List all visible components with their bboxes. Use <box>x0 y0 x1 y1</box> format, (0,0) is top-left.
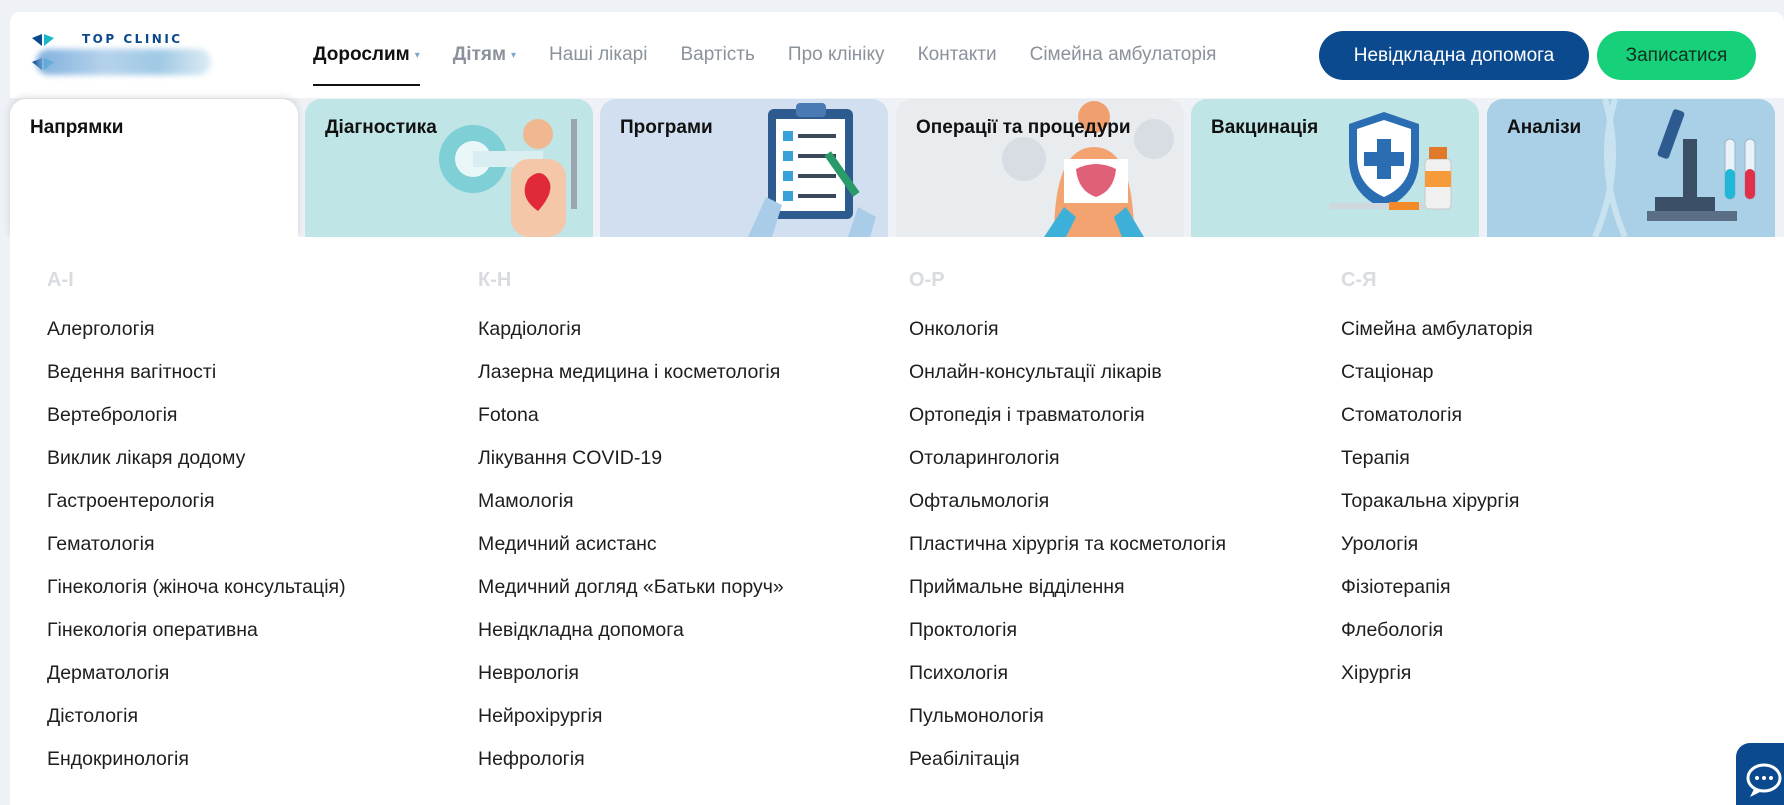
direction-link[interactable]: Ендокринологія <box>47 747 346 790</box>
chat-widget-button[interactable] <box>1736 743 1784 805</box>
direction-link[interactable]: Гінекологія оперативна <box>47 618 346 661</box>
direction-link[interactable]: Фізіотерапія <box>1341 575 1533 618</box>
nav-item-label: Дорослим <box>313 44 410 65</box>
directions-panel: А-І Алергологія Ведення вагітності Верте… <box>10 237 1784 805</box>
direction-link[interactable]: Пластична хірургія та косметологія <box>909 532 1226 575</box>
direction-link[interactable]: Вертебрологія <box>47 403 346 446</box>
direction-link[interactable]: Лікування COVID-19 <box>478 446 784 489</box>
direction-link[interactable]: Дієтологія <box>47 704 346 747</box>
directions-list: Кардіологія Лазерна медицина і косметоло… <box>478 317 784 790</box>
vaccine-shield-icon <box>1329 112 1452 210</box>
tab-diagnostics[interactable]: Діагностика <box>305 99 593 237</box>
logo-text: TOP CLINIC <box>82 32 183 46</box>
direction-link[interactable]: Стоматологія <box>1341 403 1533 446</box>
tab-directions[interactable]: Напрямки <box>10 99 298 237</box>
direction-link[interactable]: Урологія <box>1341 532 1533 575</box>
directions-list: Сімейна амбулаторія Стаціонар Стоматолог… <box>1341 317 1533 704</box>
direction-link[interactable]: Нефрологія <box>478 747 784 790</box>
column-a-i: А-І Алергологія Ведення вагітності Верте… <box>47 269 346 790</box>
direction-link[interactable]: Флебологія <box>1341 618 1533 661</box>
direction-link[interactable]: Гінекологія (жіноча консультація) <box>47 575 346 618</box>
nav-item-about[interactable]: Про клініку <box>788 12 885 98</box>
chat-bubbles-icon <box>1746 763 1782 797</box>
direction-link[interactable]: Кардіологія <box>478 317 784 360</box>
mri-scanner-icon <box>439 119 577 237</box>
logo[interactable]: TOP CLINIC <box>28 32 218 80</box>
direction-link[interactable]: Проктологія <box>909 618 1226 661</box>
column-k-n: К-Н Кардіологія Лазерна медицина і косме… <box>478 269 784 790</box>
direction-link[interactable]: Онкологія <box>909 317 1226 360</box>
tab-label: Діагностика <box>325 117 437 138</box>
logo-tagline-blurred <box>36 49 211 75</box>
direction-link[interactable]: Реабілітація <box>909 747 1226 790</box>
tab-label: Напрямки <box>30 117 124 138</box>
chevron-down-icon: ▾ <box>511 49 517 61</box>
nav-item-family-clinic[interactable]: Сімейна амбулаторія <box>1030 12 1217 98</box>
direction-link[interactable]: Хірургія <box>1341 661 1533 704</box>
direction-link[interactable]: Fotona <box>478 403 784 446</box>
nav-item-label: Дітям <box>452 44 507 65</box>
directions-list: Онкологія Онлайн-консультації лікарів Ор… <box>909 317 1226 790</box>
direction-link[interactable]: Психологія <box>909 661 1226 704</box>
microscope-icon <box>1592 99 1756 237</box>
nav-item-contacts[interactable]: Контакти <box>918 12 997 98</box>
tab-operations[interactable]: Операції та процедури <box>896 99 1184 237</box>
direction-link[interactable]: Сімейна амбулаторія <box>1341 317 1533 360</box>
direction-link[interactable]: Отоларингологія <box>909 446 1226 489</box>
direction-link[interactable]: Онлайн-консультації лікарів <box>909 360 1226 403</box>
tab-programs[interactable]: Програми <box>600 99 888 237</box>
chevron-down-icon: ▾ <box>414 49 420 61</box>
direction-link[interactable]: Алергологія <box>47 317 346 360</box>
column-header: К-Н <box>478 269 512 291</box>
direction-link[interactable]: Невідкладна допомога <box>478 618 784 661</box>
nav-item-doctors[interactable]: Наші лікарі <box>549 12 647 98</box>
direction-link[interactable]: Ведення вагітності <box>47 360 346 403</box>
column-header: О-Р <box>909 269 945 291</box>
direction-link[interactable]: Гематологія <box>47 532 346 575</box>
direction-link[interactable]: Нейрохірургія <box>478 704 784 747</box>
main-nav: Дорослим ▾ Дітям ▾ Наші лікарі Вартість … <box>313 12 1249 98</box>
nav-item-adults[interactable]: Дорослим ▾ <box>313 12 420 98</box>
urgent-care-button[interactable]: Невідкладна допомога <box>1319 31 1589 80</box>
direction-link[interactable]: Терапія <box>1341 446 1533 489</box>
tab-label: Аналізи <box>1507 117 1582 138</box>
direction-link[interactable]: Гастроентерологія <box>47 489 346 532</box>
tab-label: Програми <box>620 117 713 138</box>
tab-label: Операції та процедури <box>916 117 1131 138</box>
direction-link[interactable]: Пульмонологія <box>909 704 1226 747</box>
column-s-ya: С-Я Сімейна амбулаторія Стаціонар Стомат… <box>1341 269 1533 704</box>
direction-link[interactable]: Медичний асистанс <box>478 532 784 575</box>
column-header: С-Я <box>1341 269 1377 291</box>
direction-link[interactable]: Виклик лікаря додому <box>47 446 346 489</box>
clipboard-checklist-icon <box>748 103 876 237</box>
direction-link[interactable]: Мамологія <box>478 489 784 532</box>
nav-item-children[interactable]: Дітям ▾ <box>453 12 516 98</box>
book-appointment-button[interactable]: Записатися <box>1597 31 1756 80</box>
direction-link[interactable]: Стаціонар <box>1341 360 1533 403</box>
category-tabs: Напрямки Діагностика Програми Операції т… <box>10 99 1784 237</box>
direction-link[interactable]: Приймальне відділення <box>909 575 1226 618</box>
direction-link[interactable]: Офтальмологія <box>909 489 1226 532</box>
direction-link[interactable]: Лазерна медицина і косметологія <box>478 360 784 403</box>
direction-link[interactable]: Медичний догляд «Батьки поруч» <box>478 575 784 618</box>
direction-link[interactable]: Ортопедія і травматологія <box>909 403 1226 446</box>
tab-tests[interactable]: Аналізи <box>1487 99 1775 237</box>
direction-link[interactable]: Дерматологія <box>47 661 346 704</box>
directions-list: Алергологія Ведення вагітності Вертеброл… <box>47 317 346 790</box>
tab-vaccination[interactable]: Вакцинація <box>1191 99 1479 237</box>
direction-link[interactable]: Торакальна хірургія <box>1341 489 1533 532</box>
column-o-r: О-Р Онкологія Онлайн-консультації лікарі… <box>909 269 1226 790</box>
column-header: А-І <box>47 269 74 291</box>
tab-label: Вакцинація <box>1211 117 1319 138</box>
direction-link[interactable]: Неврологія <box>478 661 784 704</box>
nav-item-prices[interactable]: Вартість <box>680 12 754 98</box>
